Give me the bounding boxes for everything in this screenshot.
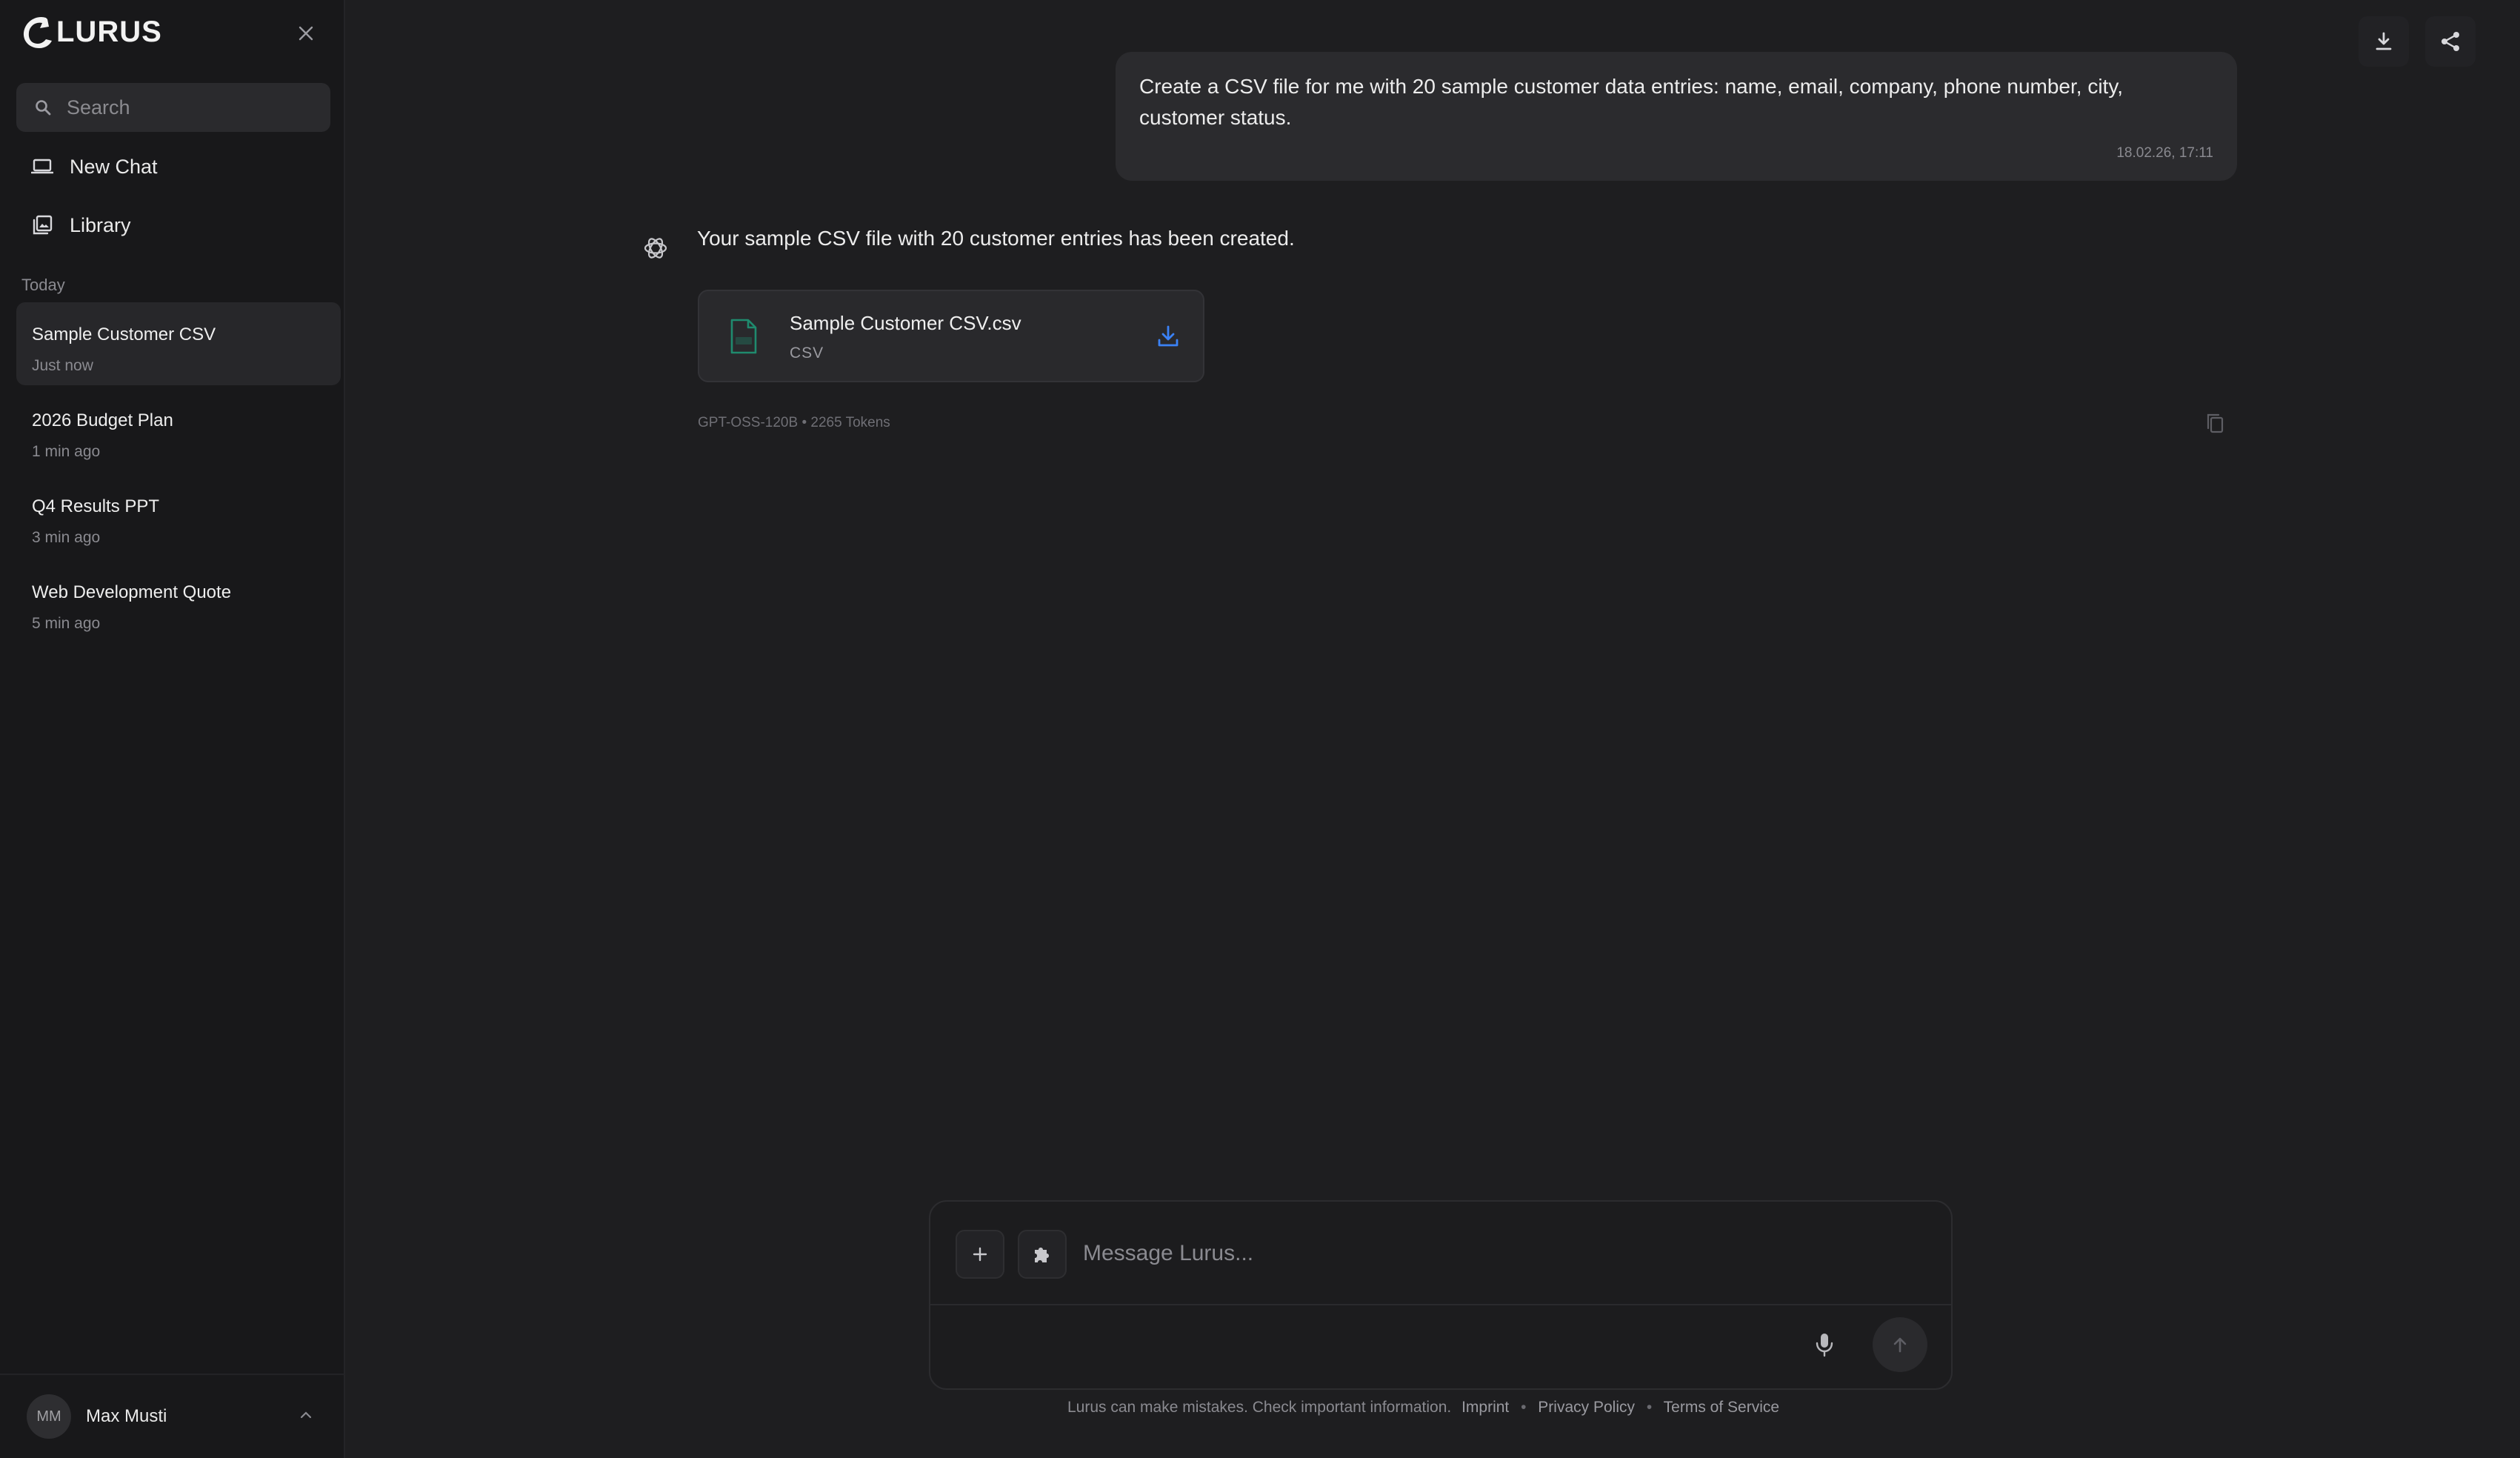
message-composer (929, 1200, 1953, 1390)
library-label: Library (70, 213, 131, 236)
chat-time: Just now (32, 357, 93, 374)
arrow-up-icon (1893, 1337, 1907, 1353)
puzzle-icon (1035, 1248, 1049, 1262)
chat-title: 2026 Budget Plan (32, 410, 173, 430)
copy-icon[interactable] (2204, 412, 2225, 434)
add-attachment-button[interactable] (956, 1230, 1004, 1279)
chat-title: Q4 Results PPT (32, 496, 160, 516)
chat-title: Sample Customer CSV (32, 324, 216, 344)
close-sidebar-button[interactable] (293, 21, 319, 46)
file-attachment-card[interactable]: Sample Customer CSV.csv CSV (698, 290, 1204, 382)
chat-time: 3 min ago (32, 529, 101, 546)
chat-item-q4-results-ppt[interactable]: Q4 Results PPT 3 min ago (16, 474, 341, 557)
download-icon (2376, 32, 2392, 50)
model-token-info: GPT-OSS-120B • 2265 Tokens (698, 415, 890, 430)
search-box[interactable] (16, 83, 330, 132)
separator-dot: • (1521, 1399, 1527, 1416)
user-message-bubble: Create a CSV file for me with 20 sample … (1116, 52, 2237, 181)
plus-icon (973, 1247, 987, 1262)
download-chat-button[interactable] (2359, 16, 2409, 67)
file-name: Sample Customer CSV.csv (790, 312, 1021, 334)
terms-of-service-link[interactable]: Terms of Service (1664, 1399, 1779, 1416)
chat-time: 1 min ago (32, 443, 101, 460)
share-button[interactable] (2425, 16, 2476, 67)
section-label-today: Today (21, 276, 65, 294)
brand-logo[interactable]: LURUS (19, 13, 162, 50)
chat-title: Web Development Quote (32, 582, 232, 602)
brand-name: LURUS (56, 15, 162, 48)
file-type: CSV (790, 344, 824, 362)
imprint-link[interactable]: Imprint (1461, 1399, 1509, 1416)
new-chat-button[interactable]: New Chat (16, 142, 330, 191)
chat-item-sample-customer-csv[interactable]: Sample Customer CSV Just now (16, 302, 341, 385)
plugins-button[interactable] (1018, 1230, 1067, 1279)
library-button[interactable]: Library (16, 201, 330, 250)
user-message-text: Create a CSV file for me with 20 sample … (1139, 75, 2124, 129)
message-input[interactable] (1083, 1231, 1898, 1276)
disclaimer-text: Lurus can make mistakes. Check important… (1067, 1399, 1452, 1416)
laptop-icon (31, 159, 53, 174)
microphone-icon[interactable] (1815, 1332, 1834, 1357)
assistant-message-text: Your sample CSV file with 20 customer en… (697, 227, 1295, 250)
chat-item-web-development-quote[interactable]: Web Development Quote 5 min ago (16, 560, 341, 643)
file-download-icon[interactable] (1156, 324, 1181, 349)
search-input[interactable] (67, 96, 319, 119)
composer-divider (930, 1304, 1951, 1305)
send-button[interactable] (1873, 1317, 1927, 1372)
sidebar: LURUS New Chat (0, 0, 345, 1458)
chat-time: 5 min ago (32, 615, 101, 632)
footer-disclaimer: Lurus can make mistakes. Check important… (0, 1399, 2520, 1417)
separator-dot: • (1646, 1399, 1653, 1416)
message-timestamp: 18.02.26, 17:11 (2116, 145, 2213, 161)
library-icon (33, 215, 53, 235)
chat-item-2026-budget-plan[interactable]: 2026 Budget Plan 1 min ago (16, 388, 341, 471)
search-icon (36, 100, 51, 116)
lurus-logo-icon (23, 16, 52, 48)
new-chat-label: New Chat (70, 155, 158, 178)
csv-file-icon (730, 319, 757, 354)
share-icon (2441, 32, 2459, 51)
close-icon (299, 26, 313, 41)
privacy-policy-link[interactable]: Privacy Policy (1538, 1399, 1635, 1416)
app-window: LURUS New Chat (0, 0, 2520, 1458)
assistant-model-icon (644, 238, 667, 259)
